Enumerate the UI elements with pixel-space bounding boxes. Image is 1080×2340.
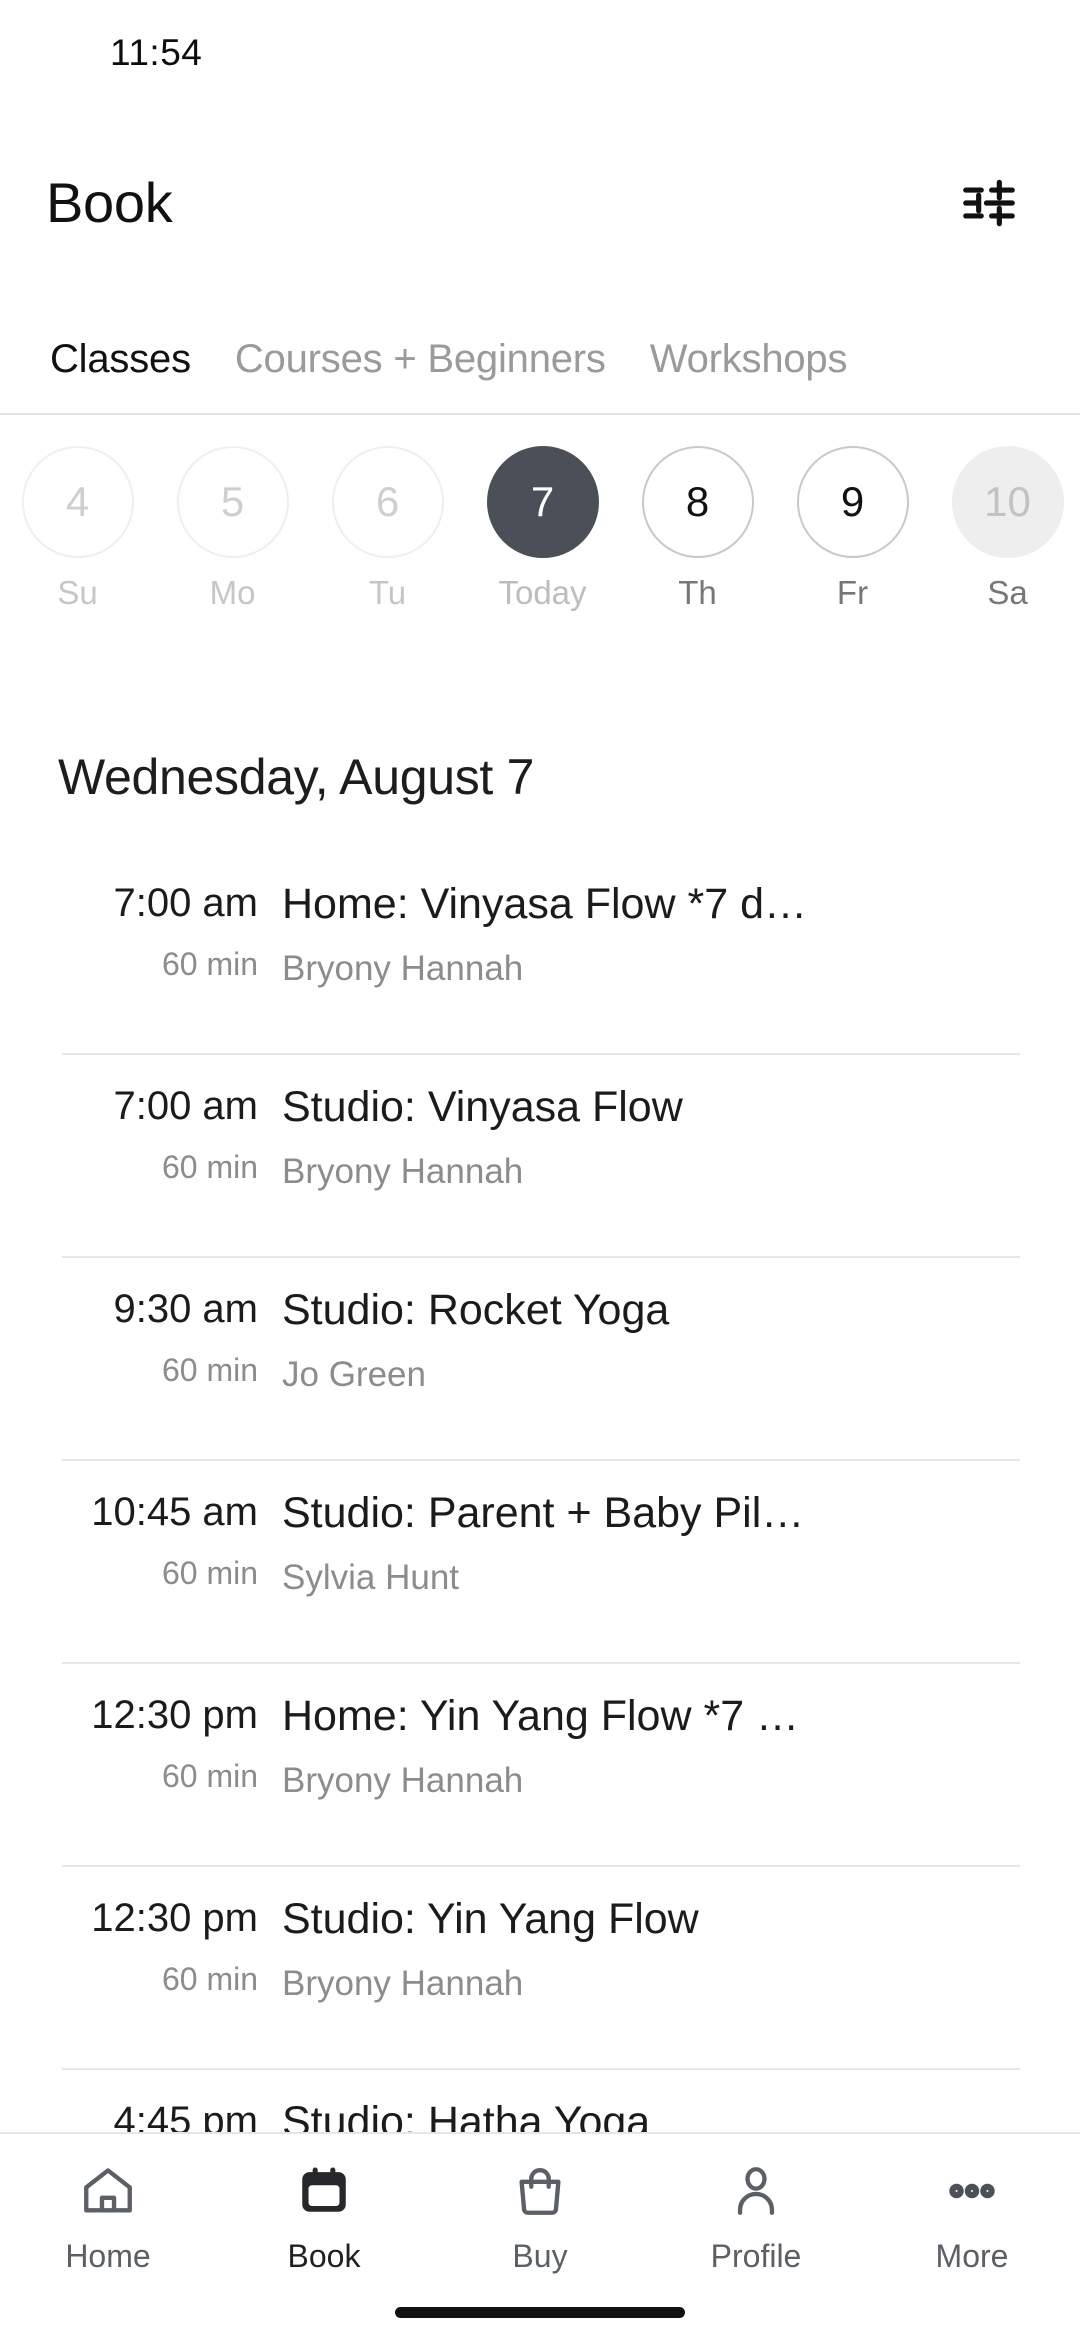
nav-label: Profile [710,2238,802,2274]
date-number: 8 [641,446,754,558]
class-name: Studio: Hatha Yoga [282,2098,651,2132]
date-cell-5[interactable]: 5 Mo [155,446,310,612]
date-cell-8[interactable]: 8 Th [620,446,775,612]
date-selector: 4 Su 5 Mo 6 Tu 7 Today 8 Th 9 Fr 10 Sa [0,418,1080,653]
date-weekday: Today [498,574,587,611]
date-cell-4[interactable]: 4 Su [0,446,155,612]
class-name: Studio: Yin Yang Flow [282,1895,699,1943]
date-weekday: Tu [368,574,407,611]
class-name: Home: Yin Yang Flow *7 … [282,1692,800,1740]
class-row[interactable]: 10:45 am 60 min Studio: Parent + Baby Pi… [0,1459,1080,1662]
app-bar: Book [0,100,1080,305]
person-icon [727,2160,785,2222]
class-time-column: 7:00 am 60 min [0,1083,282,1186]
class-duration: 60 min [161,946,258,982]
date-cell-10[interactable]: 10 Sa [930,446,1080,612]
nav-item-more[interactable]: More [864,2160,1080,2275]
date-weekday: Th [678,574,717,611]
nav-label: Book [287,2238,361,2274]
date-cell-9[interactable]: 9 Fr [775,446,930,612]
nav-item-buy[interactable]: Buy [432,2160,648,2275]
home-icon [79,2160,137,2222]
nav-item-profile[interactable]: Profile [648,2160,864,2275]
class-teacher: Jo Green [282,1355,426,1395]
class-duration: 60 min [161,1758,258,1794]
date-cell-6[interactable]: 6 Tu [310,446,465,612]
nav-item-home[interactable]: Home [0,2160,216,2275]
class-name: Studio: Rocket Yoga [282,1286,670,1334]
class-teacher: Sylvia Hunt [282,1558,460,1598]
tab-classes[interactable]: Classes [28,337,213,382]
class-time-column: 4:45 pm [0,2098,282,2132]
date-cell-7-today[interactable]: 7 Today [465,446,620,612]
class-time: 4:45 pm [113,2099,258,2132]
date-weekday: Sa [987,574,1028,611]
class-duration: 60 min [161,1555,258,1591]
nav-label: Buy [512,2238,568,2274]
class-name: Studio: Vinyasa Flow [282,1083,683,1131]
class-time: 9:30 am [113,1287,258,1331]
class-duration: 60 min [161,1961,258,1997]
calendar-icon [295,2160,353,2222]
nav-item-book[interactable]: Book [216,2160,432,2275]
date-weekday: Fr [836,574,869,611]
tab-courses-beginners[interactable]: Courses + Beginners [213,337,628,382]
class-row[interactable]: 9:30 am 60 min Studio: Rocket Yoga Jo Gr… [0,1256,1080,1459]
shopping-bag-icon [511,2160,569,2222]
class-info-column: Studio: Yin Yang Flow Bryony Hannah [282,1895,1080,2004]
class-teacher: Bryony Hannah [282,1761,524,1801]
class-info-column: Studio: Parent + Baby Pil… Sylvia Hunt [282,1489,1080,1598]
class-time: 10:45 am [91,1490,258,1534]
date-weekday: Su [57,574,98,611]
status-bar-clock: 11:54 [110,32,203,73]
class-time-column: 7:00 am 60 min [0,880,282,983]
class-time-column: 12:30 pm 60 min [0,1692,282,1795]
class-duration: 60 min [161,1149,258,1185]
home-indicator[interactable] [395,2307,685,2318]
date-number: 7 [486,446,599,558]
class-teacher: Bryony Hannah [282,949,524,989]
class-list: 7:00 am 60 min Home: Vinyasa Flow *7 d… … [0,850,1080,2132]
tune-filter-icon [963,179,1015,226]
class-info-column: Home: Yin Yang Flow *7 … Bryony Hannah [282,1692,1080,1801]
class-time: 12:30 pm [91,1896,258,1940]
day-heading: Wednesday, August 7 [58,749,535,805]
class-row[interactable]: 12:30 pm 60 min Studio: Yin Yang Flow Br… [0,1865,1080,2068]
class-info-column: Studio: Rocket Yoga Jo Green [282,1286,1080,1395]
class-info-column: Home: Vinyasa Flow *7 d… Bryony Hannah [282,880,1080,989]
class-teacher: Bryony Hannah [282,1964,524,2004]
app-screen: 11:54 Book Classes Courses + Beginners W… [0,0,1080,2340]
tab-workshops[interactable]: Workshops [628,337,870,382]
class-time: 7:00 am [113,881,258,925]
class-time: 12:30 pm [91,1693,258,1737]
class-row[interactable]: 7:00 am 60 min Studio: Vinyasa Flow Bryo… [0,1053,1080,1256]
more-dots-icon [943,2160,1001,2222]
nav-label: Home [65,2238,151,2274]
class-row[interactable]: 12:30 pm 60 min Home: Yin Yang Flow *7 …… [0,1662,1080,1865]
date-number: 5 [176,446,289,558]
filter-button[interactable] [946,160,1032,246]
class-row[interactable]: 4:45 pm Studio: Hatha Yoga [0,2068,1080,2132]
status-bar: 11:54 [0,0,1080,100]
nav-label: More [935,2238,1009,2274]
date-number: 9 [796,446,909,558]
class-time-column: 12:30 pm 60 min [0,1895,282,1998]
class-info-column: Studio: Hatha Yoga [282,2098,1080,2132]
class-duration: 60 min [161,1352,258,1388]
class-time-column: 9:30 am 60 min [0,1286,282,1389]
date-number: 4 [21,446,134,558]
class-row[interactable]: 7:00 am 60 min Home: Vinyasa Flow *7 d… … [0,850,1080,1053]
tab-bar: Classes Courses + Beginners Workshops [0,305,1080,415]
class-name: Studio: Parent + Baby Pil… [282,1489,805,1537]
date-weekday: Mo [209,574,256,611]
date-number: 10 [951,446,1064,558]
class-time-column: 10:45 am 60 min [0,1489,282,1592]
page-title: Book [46,171,173,234]
class-time: 7:00 am [113,1084,258,1128]
class-teacher: Bryony Hannah [282,1152,524,1192]
date-number: 6 [331,446,444,558]
class-name: Home: Vinyasa Flow *7 d… [282,880,807,928]
class-info-column: Studio: Vinyasa Flow Bryony Hannah [282,1083,1080,1192]
